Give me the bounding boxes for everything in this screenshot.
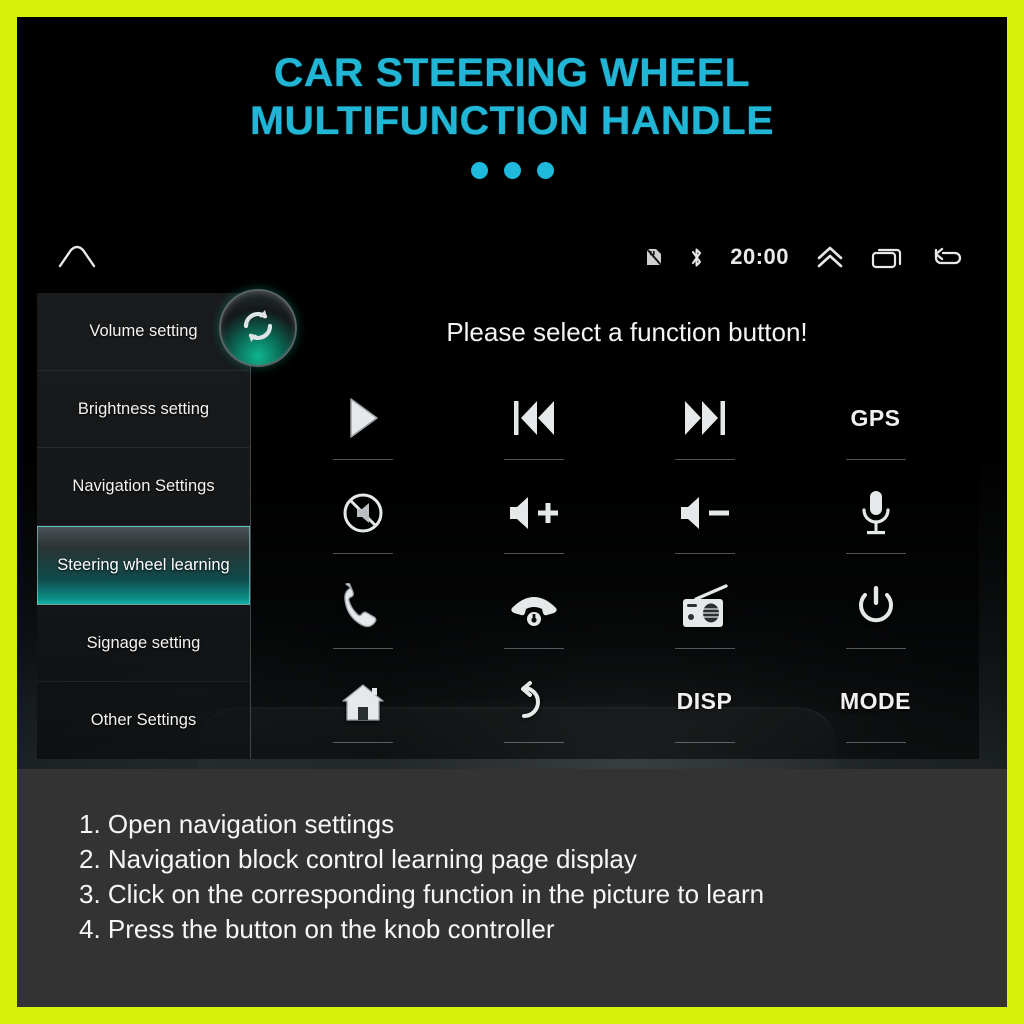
function-button-microphone[interactable] [790,466,961,561]
dot-1 [470,162,488,179]
function-button-home[interactable] [277,655,448,750]
function-button-grid: GPS DISP MODE [277,371,961,749]
gps-icon: GPS [850,404,901,431]
volume-down-icon [677,492,733,534]
function-button-disp[interactable]: DISP [619,655,790,750]
dot-2 [503,162,521,179]
function-button-radio[interactable] [619,560,790,655]
function-button-volume-down[interactable] [619,466,790,561]
sd-card-icon [645,247,663,267]
sync-refresh-icon [237,305,279,352]
function-button-gps[interactable]: GPS [790,371,961,466]
power-icon [854,584,898,630]
sync-refresh-button[interactable] [219,289,297,367]
status-clock: 20:00 [730,244,789,269]
function-button-next-track[interactable] [619,371,790,466]
microphone-icon [859,488,893,538]
settings-panel: Volume setting Brightness setting Naviga… [37,289,979,759]
function-button-previous-track[interactable] [448,371,619,466]
banner-title-line1: CAR STEERING WHEEL [273,51,751,95]
instruction-step-4: 4. Press the button on the knob controll… [79,914,555,944]
sidebar-item-other-settings[interactable]: Other Settings [37,682,250,759]
decorative-dots [17,162,1007,179]
home-icon [339,680,387,724]
function-button-power[interactable] [790,560,961,655]
function-button-volume-up[interactable] [448,466,619,561]
return-back-icon [511,679,557,725]
dot-3 [536,162,554,179]
status-right-cluster: 20:00 [645,244,965,270]
settings-sidebar: Volume setting Brightness setting Naviga… [37,293,251,759]
instructions-footer: 1. Open navigation settings 2. Navigatio… [17,769,1007,1007]
recent-apps-icon[interactable] [871,244,905,270]
yellow-border-frame: CAR STEERING WHEEL MULTIFUNCTION HANDLE [0,0,1024,1024]
sidebar-item-navigation-settings[interactable]: Navigation Settings [37,448,250,527]
instruction-step-2: 2. Navigation block control learning pag… [79,844,637,874]
settings-content: Please select a function button! GPS DIS… [219,289,979,759]
banner-title-line2: MULTIFUNCTION HANDLE [250,99,774,143]
sidebar-item-volume-setting[interactable]: Volume setting [37,293,250,371]
disp-icon: DISP [676,688,733,715]
function-button-mode[interactable]: MODE [790,655,961,750]
sidebar-item-steering-wheel-learning[interactable]: Steering wheel learning [37,526,250,605]
function-button-mute[interactable] [277,466,448,561]
mute-icon [340,490,386,536]
banner-header: CAR STEERING WHEEL MULTIFUNCTION HANDLE [17,17,1007,217]
previous-track-icon [509,396,559,440]
back-arrow-icon[interactable] [931,245,965,269]
bluetooth-icon [689,246,704,269]
content-header: Please select a function button! [219,289,979,371]
phone-answer-icon [340,583,386,631]
android-status-bar: 20:00 [17,231,1007,283]
function-button-phone-hangup[interactable] [448,560,619,655]
play-icon [343,395,383,441]
poster-inner: CAR STEERING WHEEL MULTIFUNCTION HANDLE [17,17,1007,1007]
next-track-icon [680,396,730,440]
sidebar-item-brightness-setting[interactable]: Brightness setting [37,371,250,449]
head-unit-photo: 20:00 Volume setting Brightness setting … [17,217,1007,769]
double-chevron-up-icon[interactable] [815,244,845,270]
mode-icon: MODE [840,688,911,715]
instruction-step-1: 1. Open navigation settings [79,809,395,839]
volume-up-icon [506,492,562,534]
instruction-step-3: 3. Click on the corresponding function i… [79,879,765,909]
function-button-play[interactable] [277,371,448,466]
radio-icon [678,583,732,631]
function-button-return[interactable] [448,655,619,750]
phone-hangup-icon [506,585,562,629]
home-outline-icon [57,244,97,270]
status-home-button[interactable] [57,244,97,270]
content-prompt: Please select a function button! [446,316,808,347]
sidebar-item-signage-setting[interactable]: Signage setting [37,605,250,683]
function-button-phone-answer[interactable] [277,560,448,655]
